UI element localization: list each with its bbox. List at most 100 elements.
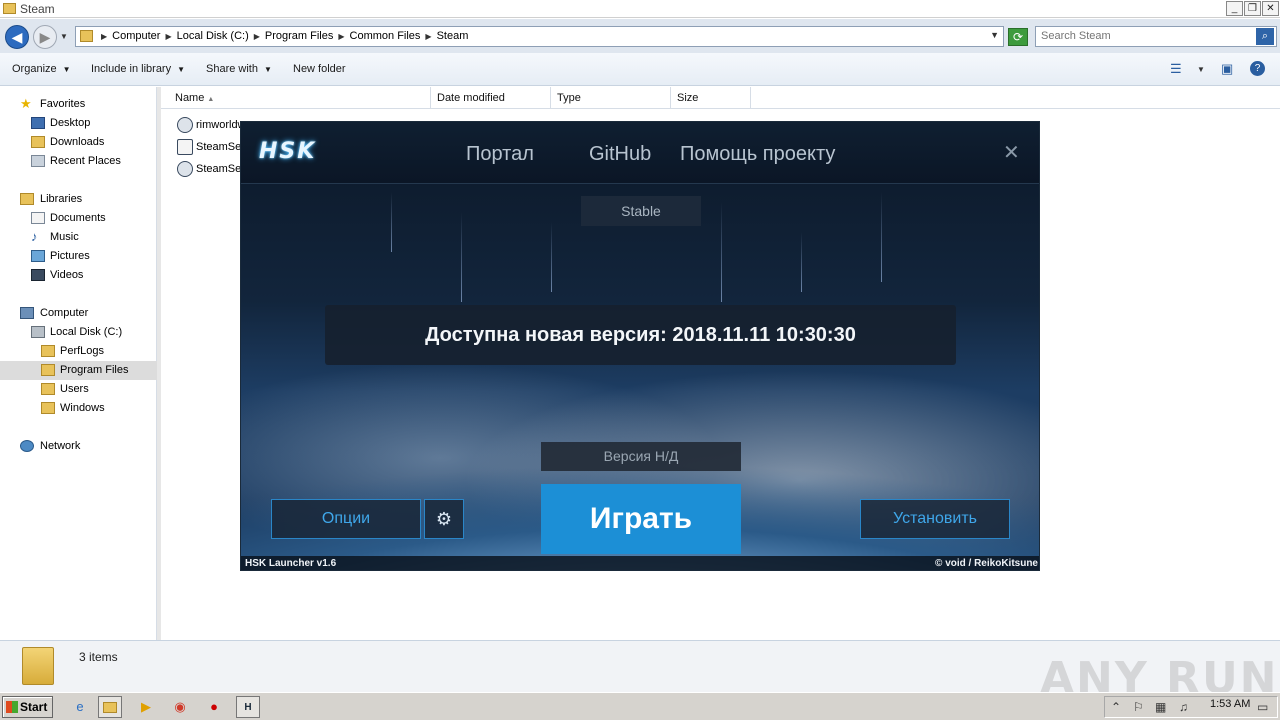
clock[interactable]: 1:53 AM bbox=[1210, 698, 1250, 710]
search-box[interactable]: ⌕ bbox=[1035, 26, 1277, 47]
new-folder-button[interactable]: New folder bbox=[293, 63, 346, 75]
close-icon[interactable]: ✕ bbox=[1003, 140, 1020, 165]
nav-item-documents[interactable]: Documents bbox=[0, 209, 157, 228]
window-titlebar: Steam _ ❐ ✕ bbox=[0, 0, 1280, 18]
column-size[interactable]: Size bbox=[671, 87, 751, 109]
steam-icon bbox=[177, 161, 193, 177]
breadcrumb-item[interactable]: Local Disk (C:) bbox=[177, 30, 249, 42]
nav-label: Desktop bbox=[50, 117, 91, 129]
media-player-icon[interactable]: ▶ bbox=[134, 696, 158, 718]
share-with-button[interactable]: Share with ▼ bbox=[206, 63, 272, 75]
nav-item-perflogs[interactable]: PerfLogs bbox=[0, 342, 157, 361]
folder-icon bbox=[103, 702, 117, 713]
history-dropdown-icon[interactable]: ▼ bbox=[60, 32, 68, 41]
start-button[interactable]: Start bbox=[2, 696, 53, 718]
nav-item-recent-places[interactable]: Recent Places bbox=[0, 152, 157, 171]
nav-item-windows[interactable]: Windows bbox=[0, 399, 157, 418]
disk-icon bbox=[31, 326, 45, 338]
address-dropdown-icon[interactable]: ▼ bbox=[990, 30, 999, 40]
nav-item-libraries[interactable]: Libraries bbox=[0, 190, 157, 209]
folder-icon bbox=[3, 3, 16, 14]
recent-places-icon bbox=[31, 155, 45, 167]
nav-item-computer[interactable]: Computer bbox=[0, 304, 157, 323]
view-options-icon[interactable]: ☰ bbox=[1170, 61, 1182, 77]
view-dropdown-icon[interactable]: ▼ bbox=[1197, 65, 1205, 74]
show-hidden-icons-icon[interactable]: ⌃ bbox=[1111, 700, 1121, 714]
nav-label: Favorites bbox=[40, 98, 86, 110]
nav-label: PerfLogs bbox=[60, 345, 105, 357]
opera-icon[interactable]: ● bbox=[202, 696, 226, 718]
nav-label: Documents bbox=[50, 212, 106, 224]
volume-icon[interactable]: ♫ bbox=[1179, 700, 1188, 714]
internet-explorer-icon[interactable]: e bbox=[68, 696, 92, 718]
column-type[interactable]: Type bbox=[551, 87, 671, 109]
nav-label: Program Files bbox=[60, 364, 129, 376]
documents-icon bbox=[31, 212, 45, 224]
hsk-launcher-taskbar-button[interactable]: H bbox=[236, 696, 260, 718]
details-pane: 3 items ANY RUN bbox=[0, 640, 1280, 704]
search-input[interactable] bbox=[1041, 30, 1251, 42]
star-streak bbox=[461, 212, 462, 302]
nav-item-network[interactable]: Network bbox=[0, 437, 157, 456]
network-tray-icon[interactable]: ▦ bbox=[1155, 700, 1166, 714]
chrome-icon[interactable]: ◉ bbox=[168, 696, 192, 718]
organize-button[interactable]: Organize ▼ bbox=[12, 63, 71, 75]
folder-icon bbox=[41, 345, 55, 357]
star-streak bbox=[391, 192, 392, 252]
refresh-button[interactable]: ⟳ bbox=[1008, 28, 1028, 46]
nav-item-users[interactable]: Users bbox=[0, 380, 157, 399]
nav-item-pictures[interactable]: Pictures bbox=[0, 247, 157, 266]
close-button[interactable]: ✕ bbox=[1262, 1, 1279, 16]
nav-github-link[interactable]: GitHub bbox=[589, 143, 651, 166]
taskbar: Start e ▶ ◉ ● H ⌃ ⚐ ▦ ♫ ▭ 1:53 AM bbox=[0, 692, 1280, 720]
nav-item-videos[interactable]: Videos bbox=[0, 266, 157, 285]
nav-item-local-disk[interactable]: Local Disk (C:) bbox=[0, 323, 157, 342]
breadcrumb-item[interactable]: Steam bbox=[437, 30, 469, 42]
nav-label: Users bbox=[60, 383, 89, 395]
nav-item-desktop[interactable]: Desktop bbox=[0, 114, 157, 133]
breadcrumb-item[interactable]: Program Files bbox=[265, 30, 333, 42]
forward-button[interactable]: ▶ bbox=[33, 25, 57, 49]
nav-item-downloads[interactable]: Downloads bbox=[0, 133, 157, 152]
libraries-icon bbox=[20, 193, 34, 205]
play-button[interactable]: Играть bbox=[541, 484, 741, 554]
settings-button[interactable]: ⚙ bbox=[424, 499, 464, 539]
nav-item-program-files[interactable]: Program Files bbox=[0, 361, 157, 380]
column-name[interactable]: Name ▲ bbox=[169, 87, 431, 109]
music-icon: ♪ bbox=[31, 229, 38, 244]
star-streak bbox=[881, 192, 882, 282]
nav-label: Downloads bbox=[50, 136, 105, 148]
explorer-taskbar-button[interactable] bbox=[98, 696, 122, 718]
breadcrumb-item[interactable]: Computer bbox=[112, 30, 160, 42]
preview-pane-icon[interactable]: ▣ bbox=[1221, 61, 1233, 77]
organize-label: Organize bbox=[12, 63, 57, 75]
share-with-label: Share with bbox=[206, 63, 258, 75]
nav-label: Recent Places bbox=[50, 155, 121, 167]
breadcrumb-item[interactable]: Common Files bbox=[350, 30, 421, 42]
search-icon[interactable]: ⌕ bbox=[1256, 28, 1274, 45]
help-icon[interactable]: ? bbox=[1250, 61, 1265, 76]
options-button[interactable]: Опции bbox=[271, 499, 421, 539]
steam-icon bbox=[177, 117, 193, 133]
back-button[interactable]: ◀ bbox=[5, 25, 29, 49]
windows-logo-icon bbox=[6, 701, 18, 713]
include-library-button[interactable]: Include in library ▼ bbox=[91, 63, 185, 75]
nav-label: Windows bbox=[60, 402, 105, 414]
nav-portal-link[interactable]: Портал bbox=[466, 143, 534, 166]
nav-item-music[interactable]: ♪ Music bbox=[0, 228, 157, 247]
install-button[interactable]: Установить bbox=[860, 499, 1010, 539]
restore-button[interactable]: ❐ bbox=[1244, 1, 1261, 16]
show-desktop-icon[interactable]: ▭ bbox=[1257, 700, 1268, 714]
pictures-icon bbox=[31, 250, 45, 262]
channel-selector[interactable]: Stable bbox=[581, 196, 701, 226]
nav-item-favorites[interactable]: ★ Favorites bbox=[0, 95, 157, 114]
address-bar[interactable]: ▶ Computer ▶ Local Disk (C:) ▶ Program Files ▶… bbox=[75, 26, 1004, 47]
nav-label: Videos bbox=[50, 269, 84, 281]
computer-icon bbox=[20, 307, 34, 319]
address-row: ◀ ▶ ▼ ▶ Computer ▶ Local Disk (C:) ▶ Program … bbox=[0, 19, 1280, 53]
navigation-pane: ★ Favorites Desktop Downloads Recent Plac… bbox=[0, 87, 157, 640]
column-date-modified[interactable]: Date modified bbox=[431, 87, 551, 109]
nav-help-project-link[interactable]: Помощь проекту bbox=[680, 143, 835, 166]
minimize-button[interactable]: _ bbox=[1226, 1, 1243, 16]
action-center-flag-icon[interactable]: ⚐ bbox=[1133, 700, 1144, 714]
